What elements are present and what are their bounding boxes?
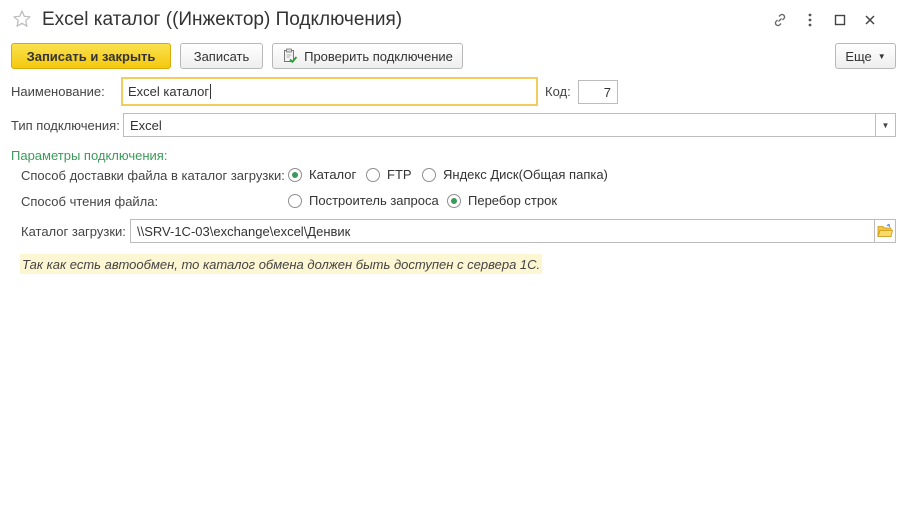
code-input[interactable]: 7 — [578, 80, 618, 104]
text-caret — [210, 84, 212, 99]
params-section-title: Параметры подключения: — [11, 148, 168, 163]
name-label: Наименование: — [11, 84, 105, 99]
radio-label: Каталог — [309, 167, 357, 182]
info-note: Так как есть автообмен, то каталог обмен… — [20, 254, 543, 274]
more-vertical-icon[interactable] — [795, 10, 825, 30]
link-icon[interactable] — [765, 10, 795, 30]
catalog-input[interactable]: \\SRV-1C-03\exchange\excel\Денвик — [130, 219, 875, 243]
radio-delivery-yandex[interactable]: Яндекс Диск(Общая папка) — [422, 167, 608, 182]
chevron-down-icon: ▼ — [877, 51, 886, 61]
catalog-label: Каталог загрузки: — [21, 224, 126, 239]
read-method-label: Способ чтения файла: — [21, 194, 159, 209]
save-label: Записать — [193, 48, 250, 64]
save-and-close-label: Записать и закрыть — [26, 48, 156, 64]
catalog-value: \\SRV-1C-03\exchange\excel\Денвик — [137, 223, 351, 239]
radio-label: Яндекс Диск(Общая папка) — [443, 167, 608, 182]
check-connection-button[interactable]: Проверить подключение — [272, 43, 463, 69]
connection-type-select[interactable]: Excel ▼ — [123, 113, 896, 137]
radio-label: Перебор строк — [468, 193, 558, 208]
folder-open-icon[interactable] — [874, 219, 896, 243]
check-connection-label: Проверить подключение — [304, 48, 453, 64]
name-value: Excel каталог — [128, 84, 210, 99]
check-doc-icon — [282, 48, 298, 64]
radio-label: FTP — [387, 167, 412, 182]
name-input[interactable]: Excel каталог — [121, 77, 538, 106]
radio-delivery-catalog[interactable]: Каталог — [288, 167, 356, 182]
maximize-icon[interactable] — [825, 10, 855, 30]
code-label: Код: — [545, 84, 571, 99]
star-icon[interactable] — [12, 9, 32, 29]
radio-read-row-iteration[interactable]: Перебор строк — [447, 193, 557, 208]
radio-circle — [288, 193, 302, 208]
radio-delivery-ftp[interactable]: FTP — [366, 167, 412, 182]
window-controls — [765, 10, 885, 30]
radio-circle — [288, 167, 302, 182]
more-label: Еще — [845, 48, 872, 64]
radio-read-query-builder[interactable]: Построитель запроса — [288, 193, 439, 208]
chevron-down-icon[interactable]: ▼ — [875, 114, 895, 136]
code-value: 7 — [603, 84, 611, 100]
close-icon[interactable] — [855, 10, 885, 30]
radio-circle — [422, 167, 436, 182]
more-button[interactable]: Еще ▼ — [835, 43, 896, 69]
radio-circle — [366, 167, 380, 182]
connection-type-value: Excel — [130, 117, 162, 133]
radio-label: Построитель запроса — [309, 193, 439, 208]
delivery-label: Способ доставки файла в каталог загрузки… — [21, 168, 285, 183]
radio-circle — [447, 193, 461, 208]
page-title: Excel каталог ((Инжектор) Подключения) — [42, 9, 403, 30]
connection-type-label: Тип подключения: — [11, 118, 120, 133]
save-and-close-button[interactable]: Записать и закрыть — [11, 43, 171, 69]
save-button[interactable]: Записать — [180, 43, 263, 69]
